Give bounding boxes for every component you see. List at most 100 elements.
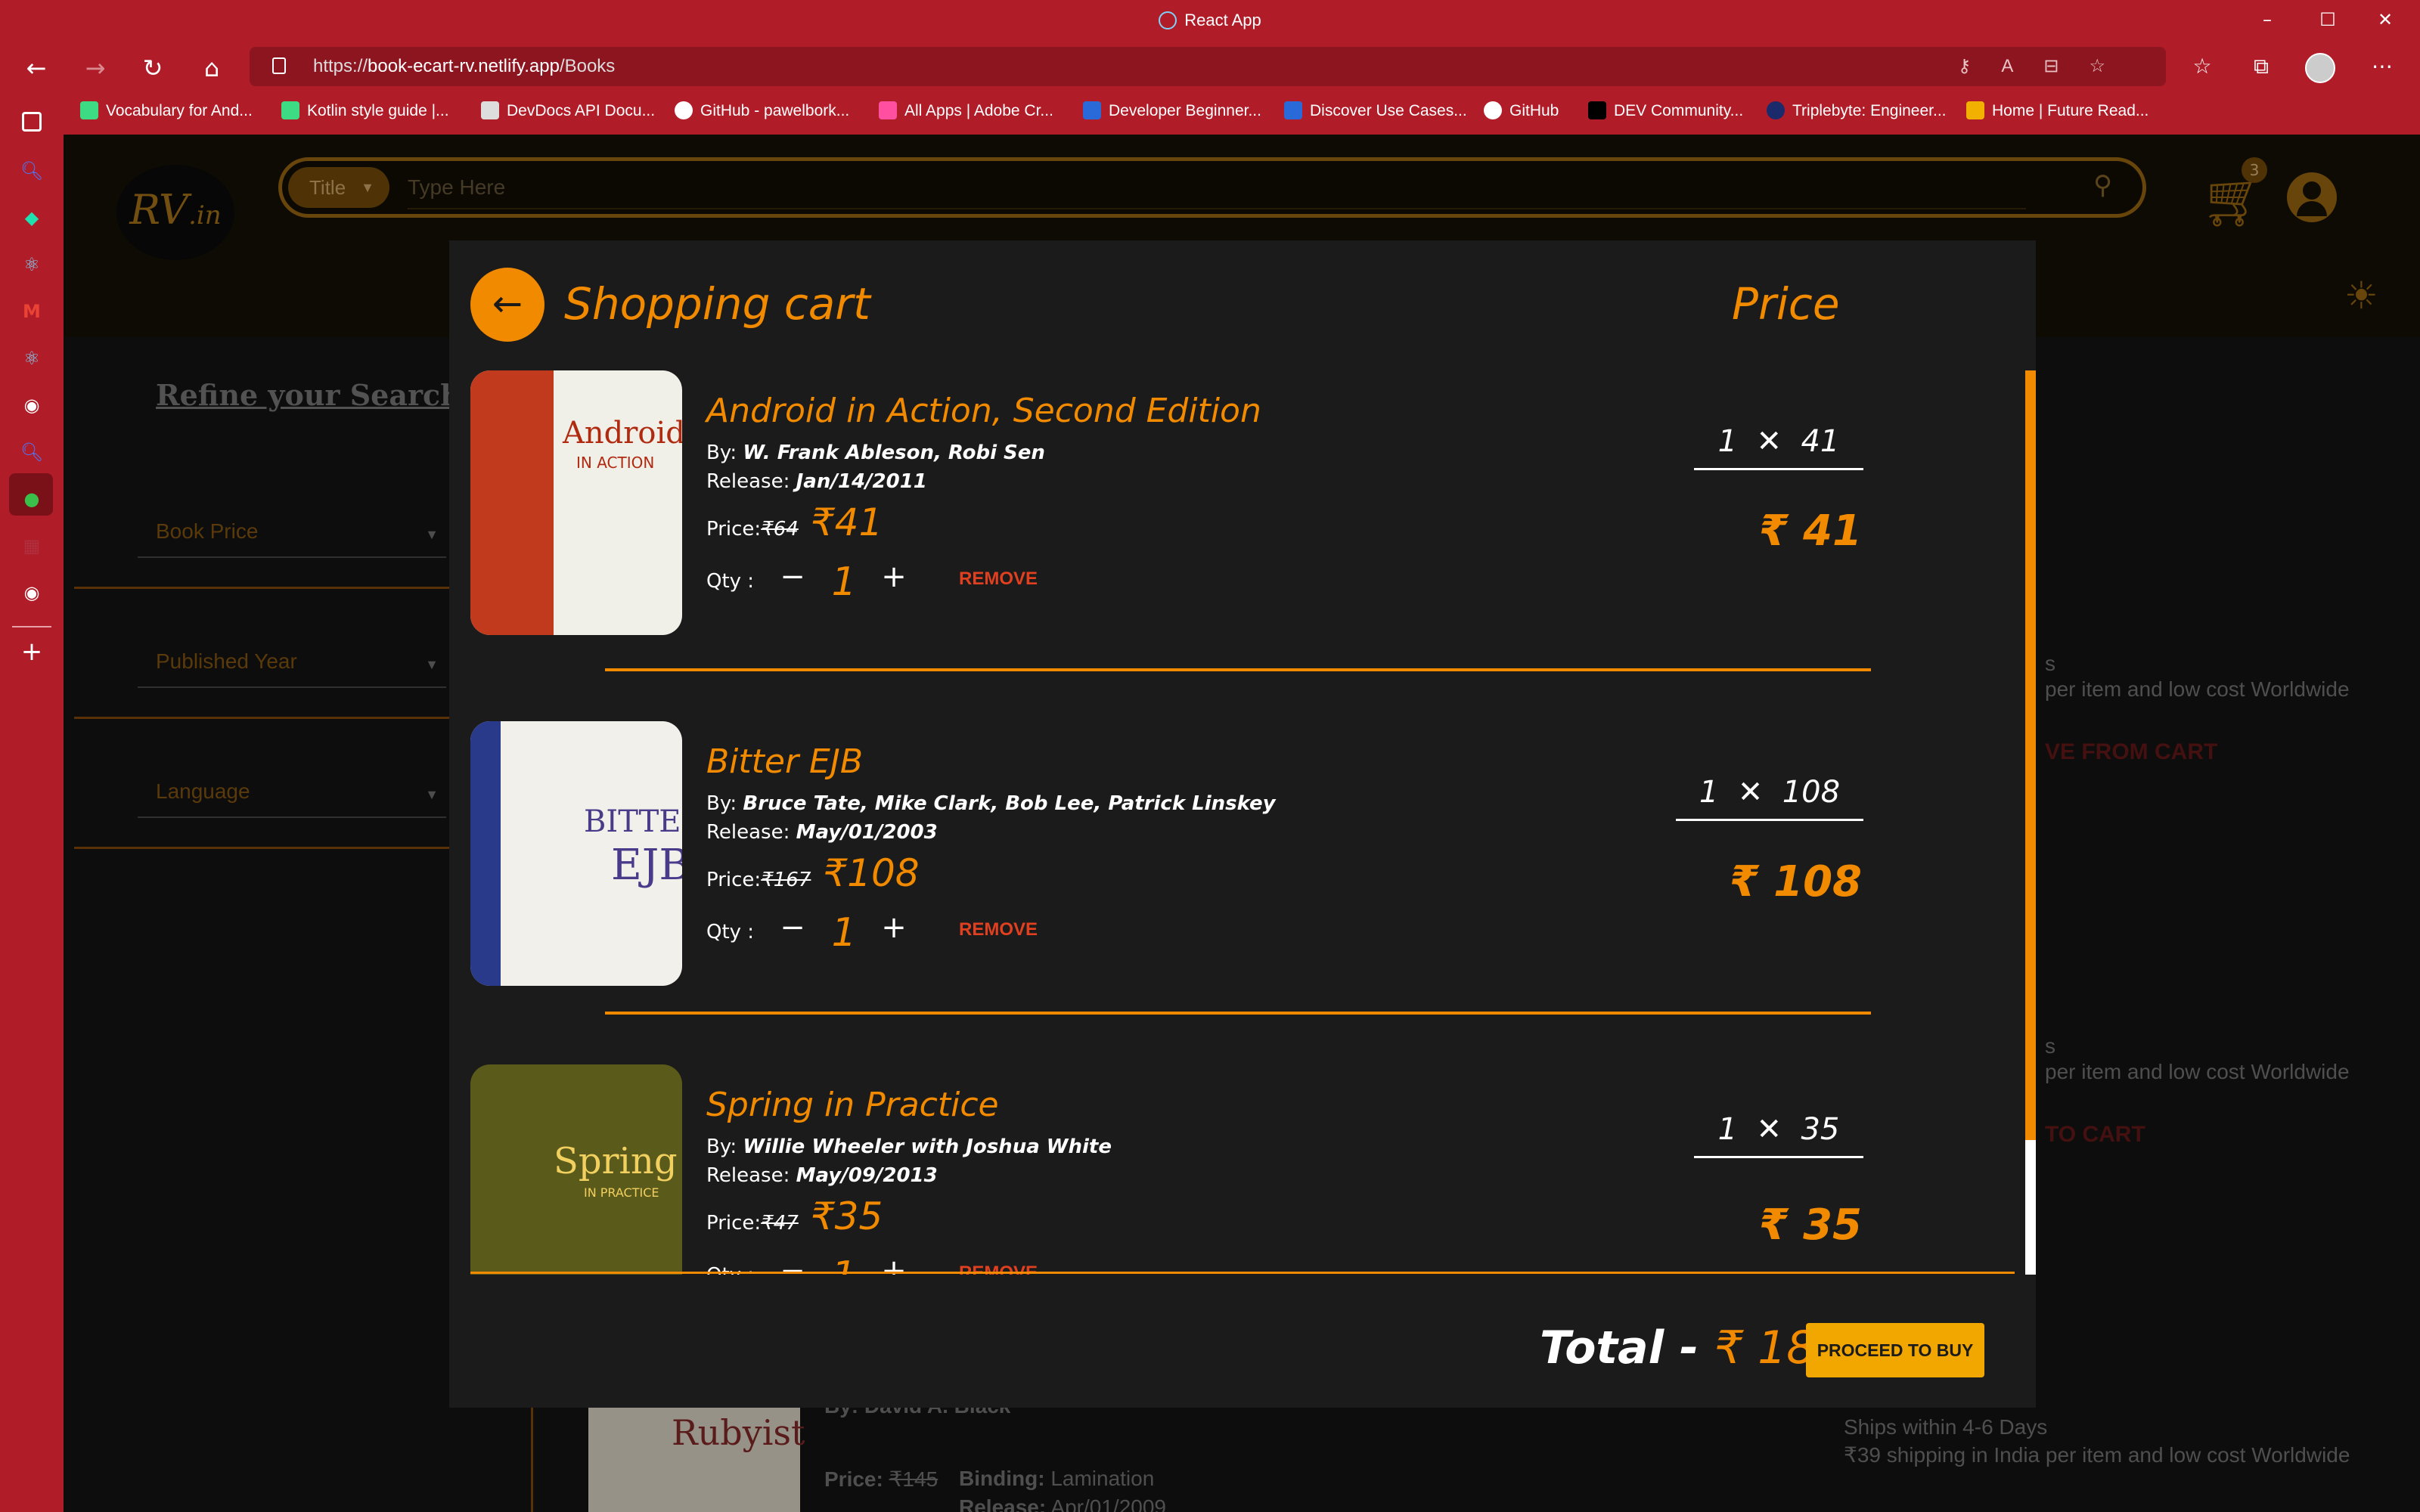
current-price: ₹108 [823,851,920,895]
diamond-icon[interactable]: ◆ [20,206,44,230]
collections-icon[interactable]: ⧉ [2245,50,2278,83]
release-label: Release: [706,1164,790,1187]
close-window-button[interactable]: ✕ [2370,9,2400,30]
bookmark-label: Developer Beginner... [1109,102,1261,119]
bookmark-label: Vocabulary for And... [106,102,253,119]
qty-label: Qty : [706,921,755,943]
calc-qty: 1 [1699,775,1719,810]
by-label: By: [706,442,737,464]
lock-icon [272,57,286,74]
cover-subtitle: EJB [611,841,682,890]
cover-title: Android [563,416,682,451]
back-icon[interactable]: ← [20,51,53,85]
qty-times-price: 1 ✕ 108 [1676,770,1863,821]
scrollbar-thumb[interactable] [2025,370,2036,1140]
book-title[interactable]: Android in Action, Second Edition [706,392,1261,430]
item-separator [605,1012,1871,1015]
by-label: By: [706,792,737,815]
bookmark-item[interactable]: GitHub - pawelbork... [675,101,849,120]
book-cover: Spring IN PRACTICE [470,1064,682,1275]
app-icon[interactable]: ▦ [20,534,44,558]
address-bar-icons[interactable]: ⚷A⊟☆ [1958,47,2136,86]
forward-icon[interactable]: → [79,51,112,85]
cover-title: BITTER [584,804,682,839]
browser-titlebar: React App – ☐ ✕ [0,0,2420,44]
calc-qty: 1 [1717,1112,1738,1147]
profile-avatar[interactable] [2305,53,2335,83]
browser-toolbar: ← → ↻ ⌂ https://book-ecart-rv.netlify.ap… [0,44,2420,91]
bookmark-favicon [80,101,98,119]
bookmark-item[interactable]: Kotlin style guide |... [281,101,449,120]
github-icon[interactable]: ◉ [20,393,44,417]
bookmark-item[interactable]: GitHub [1484,101,1559,120]
calc-qty: 1 [1717,424,1738,459]
increase-qty-button[interactable]: + [879,559,909,594]
tabs-icon[interactable] [22,112,42,132]
old-price: ₹167 [761,869,811,891]
cover-title: Spring [554,1140,678,1182]
bookmark-item[interactable]: Triplebyte: Engineer... [1767,101,1947,120]
decrease-qty-button[interactable]: − [777,910,808,945]
cover-subtitle: IN ACTION [576,454,655,472]
price-label: Price: [706,518,762,541]
cover-subtitle: IN PRACTICE [584,1185,659,1200]
remove-button[interactable]: REMOVE [959,919,1038,940]
bookmark-label: All Apps | Adobe Cr... [904,102,1053,119]
bookmark-favicon [1767,101,1785,119]
bookmark-favicon [481,101,499,119]
bookmark-favicon [1083,101,1101,119]
shopping-cart-modal: ← Shopping cart Price Android IN ACTION … [449,240,2036,1408]
favorites-icon[interactable]: ☆ [2186,50,2219,83]
home-icon[interactable]: ⌂ [195,51,228,85]
qty-value: 1 [831,559,857,605]
add-icon[interactable]: + [20,639,44,665]
increase-qty-button[interactable]: + [879,910,909,945]
bookmark-item[interactable]: Home | Future Read... [1966,101,2149,120]
react-icon[interactable]: ⚛ [20,346,44,370]
decrease-qty-button[interactable]: − [777,559,808,594]
search-icon[interactable]: 🔍︎ [20,440,44,464]
proceed-to-buy-button[interactable]: PROCEED TO BUY [1806,1323,1984,1377]
bookmark-item[interactable]: DevDocs API Docu... [481,101,655,120]
address-bar[interactable]: https://book-ecart-rv.netlify.app/Books … [250,47,2166,86]
grammarly-icon[interactable]: ● [20,487,44,511]
bookmark-item[interactable]: Discover Use Cases... [1284,101,1467,120]
search-icon[interactable]: 🔍︎ [20,159,44,183]
release-label: Release: [706,470,790,493]
book-authors: Bruce Tate, Mike Clark, Bob Lee, Patrick… [743,792,1276,815]
maximize-button[interactable]: ☐ [2313,9,2343,30]
cart-title: Shopping cart [564,278,870,330]
book-title[interactable]: Spring in Practice [706,1086,999,1124]
bookmark-label: GitHub - pawelbork... [700,102,850,119]
bookmark-item[interactable]: Developer Beginner... [1083,101,1261,120]
book-cover: Android IN ACTION [470,370,682,635]
github-icon [1484,101,1502,119]
qty-value: 1 [831,910,857,956]
book-title[interactable]: Bitter EJB [706,742,863,781]
more-icon[interactable]: ⋯ [2366,50,2399,83]
bookmark-item[interactable]: DEV Community... [1588,101,1743,120]
bookmark-item[interactable]: All Apps | Adobe Cr... [879,101,1053,120]
gmail-icon[interactable]: M [20,299,44,324]
bookmark-label: DevDocs API Docu... [507,102,656,119]
item-separator [605,668,1871,671]
cover-band [470,370,554,635]
refresh-icon[interactable]: ↻ [136,51,169,85]
url-scheme: https:// [313,56,368,76]
release-date: Jan/14/2011 [796,470,927,493]
bookmarks-bar: Vocabulary for And... Kotlin style guide… [0,91,2420,135]
bookmark-label: Kotlin style guide |... [307,102,449,119]
remove-button[interactable]: REMOVE [959,569,1038,590]
back-button[interactable]: ← [470,268,544,342]
cover-band [470,721,501,986]
old-price: ₹64 [761,518,799,541]
react-icon[interactable]: ⚛ [20,253,44,277]
bookmark-item[interactable]: Vocabulary for And... [80,101,253,120]
book-cover: BITTER EJB [470,721,682,986]
bookmark-favicon [1966,101,1984,119]
adobe-icon [879,101,897,119]
minimize-button[interactable]: – [2252,9,2282,30]
github-icon[interactable]: ◉ [20,581,44,605]
cart-items-list[interactable]: Android IN ACTION Android in Action, Sec… [470,370,2025,1275]
bookmark-label: Discover Use Cases... [1310,102,1467,119]
